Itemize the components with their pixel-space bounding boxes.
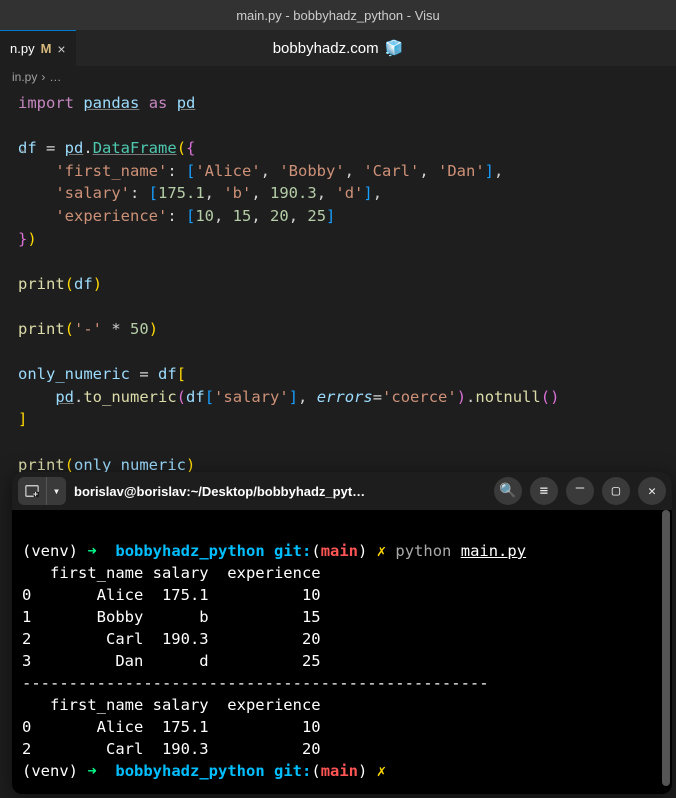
cube-icon: 🧊 <box>385 39 404 57</box>
menu-button[interactable]: ≡ <box>530 477 558 505</box>
close-tab-icon[interactable]: × <box>57 41 65 57</box>
tab-modified-indicator: M <box>41 41 52 56</box>
window-title-bar: main.py - bobbyhadz_python - Visu <box>0 0 676 30</box>
breadcrumb-sep-icon: › <box>41 70 45 84</box>
close-button[interactable]: ✕ <box>638 477 666 505</box>
chevron-down-icon[interactable]: ⌄ <box>20 137 27 160</box>
maximize-button[interactable]: ▢ <box>602 477 630 505</box>
terminal-window: ▾ borislav@borislav:~/Desktop/bobbyhadz_… <box>12 472 672 794</box>
new-tab-dropdown[interactable]: ▾ <box>46 477 66 505</box>
terminal-title: borislav@borislav:~/Desktop/bobbyhadz_py… <box>74 484 486 499</box>
minimize-button[interactable]: — <box>566 477 594 505</box>
terminal-icon <box>25 484 39 498</box>
maximize-icon: ▢ <box>612 483 620 499</box>
breadcrumb-more: … <box>49 70 61 84</box>
minimize-icon: — <box>576 480 584 496</box>
terminal-new-tab-group: ▾ <box>18 477 66 505</box>
close-icon: ✕ <box>648 484 656 499</box>
search-button[interactable]: 🔍 <box>494 477 522 505</box>
menu-icon: ≡ <box>540 483 548 499</box>
terminal-scrollbar[interactable] <box>662 510 670 786</box>
search-icon: 🔍 <box>499 483 516 499</box>
terminal-body[interactable]: (venv) ➜ bobbyhadz_python git:(main) ✗ p… <box>12 510 672 794</box>
window-title: main.py - bobbyhadz_python - Visu <box>236 8 440 23</box>
editor-tab-bar: n.py M × bobbyhadz.com 🧊 <box>0 30 676 66</box>
code-editor[interactable]: import pandas as pd ⌄df = pd.DataFrame({… <box>0 88 676 480</box>
breadcrumb[interactable]: in.py › … <box>0 66 676 88</box>
tab-filename: n.py <box>10 41 35 56</box>
new-tab-button[interactable] <box>18 477 46 505</box>
terminal-header: ▾ borislav@borislav:~/Desktop/bobbyhadz_… <box>12 472 672 510</box>
tab-main-py[interactable]: n.py M × <box>0 30 76 66</box>
watermark: bobbyhadz.com 🧊 <box>273 39 404 57</box>
breadcrumb-file: in.py <box>12 70 37 84</box>
